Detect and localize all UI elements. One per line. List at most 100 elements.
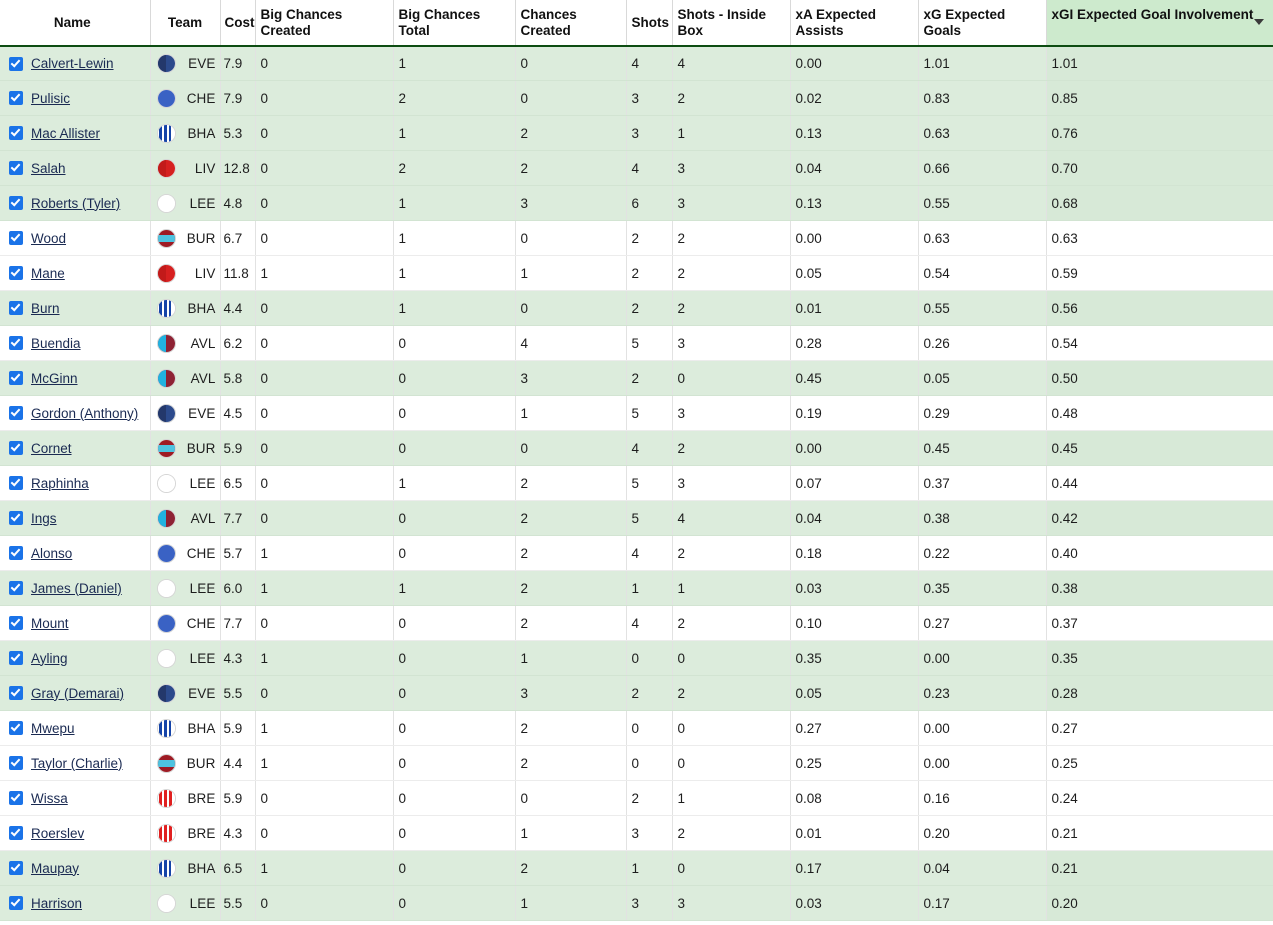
table-row[interactable]: WoodBUR6.7010220.000.630.63 (0, 221, 1273, 256)
table-row[interactable]: HarrisonLEE5.5001330.030.170.20 (0, 886, 1273, 921)
player-name-link[interactable]: Taylor (Charlie) (31, 756, 123, 772)
column-header-team[interactable]: Team (150, 0, 220, 46)
chevron-down-icon[interactable] (1254, 19, 1264, 25)
player-name-link[interactable]: Calvert-Lewin (31, 56, 114, 72)
column-header-big-chances-total[interactable]: Big Chances Total (393, 0, 515, 46)
xgi-cell: 0.21 (1046, 851, 1273, 886)
shots-inside-box-cell: 2 (672, 536, 790, 571)
table-row[interactable]: MaupayBHA6.5102100.170.040.21 (0, 851, 1273, 886)
checkbox-checked-icon[interactable] (9, 231, 23, 245)
table-row[interactable]: BuendiaAVL6.2004530.280.260.54 (0, 326, 1273, 361)
player-name-link[interactable]: Ayling (31, 651, 68, 667)
player-name-link[interactable]: Maupay (31, 861, 79, 877)
table-row[interactable]: WissaBRE5.9000210.080.160.24 (0, 781, 1273, 816)
column-header-big-chances-created[interactable]: Big Chances Created (255, 0, 393, 46)
checkbox-checked-icon[interactable] (9, 196, 23, 210)
table-row[interactable]: RaphinhaLEE6.5012530.070.370.44 (0, 466, 1273, 501)
table-row[interactable]: ManeLIV11.8111220.050.540.59 (0, 256, 1273, 291)
column-header-chances-created[interactable]: Chances Created (515, 0, 626, 46)
player-name-link[interactable]: Roberts (Tyler) (31, 196, 120, 212)
table-row[interactable]: Mac AllisterBHA5.3012310.130.630.76 (0, 116, 1273, 151)
column-header-shots[interactable]: Shots (626, 0, 672, 46)
checkbox-checked-icon[interactable] (9, 126, 23, 140)
checkbox-checked-icon[interactable] (9, 721, 23, 735)
checkbox-checked-icon[interactable] (9, 441, 23, 455)
table-row[interactable]: Roberts (Tyler)LEE4.8013630.130.550.68 (0, 186, 1273, 221)
player-name-link[interactable]: McGinn (31, 371, 78, 387)
table-row[interactable]: SalahLIV12.8022430.040.660.70 (0, 151, 1273, 186)
player-name-link[interactable]: Alonso (31, 546, 72, 562)
player-name-link[interactable]: Mane (31, 266, 65, 282)
table-row[interactable]: Gordon (Anthony)EVE4.5001530.190.290.48 (0, 396, 1273, 431)
player-name-cell: Raphinha (0, 466, 150, 501)
table-row[interactable]: PulisicCHE7.9020320.020.830.85 (0, 81, 1273, 116)
table-row[interactable]: MwepuBHA5.9102000.270.000.27 (0, 711, 1273, 746)
player-name-link[interactable]: Raphinha (31, 476, 89, 492)
column-header-shots-inside-box[interactable]: Shots - Inside Box (672, 0, 790, 46)
player-name-link[interactable]: Pulisic (31, 91, 70, 107)
table-row[interactable]: BurnBHA4.4010220.010.550.56 (0, 291, 1273, 326)
checkbox-checked-icon[interactable] (9, 161, 23, 175)
checkbox-checked-icon[interactable] (9, 756, 23, 770)
cost-cell: 5.5 (220, 676, 255, 711)
checkbox-checked-icon[interactable] (9, 511, 23, 525)
player-name-link[interactable]: Burn (31, 301, 60, 317)
shots-cell: 3 (626, 886, 672, 921)
player-name-link[interactable]: Gray (Demarai) (31, 686, 124, 702)
checkbox-checked-icon[interactable] (9, 581, 23, 595)
player-name-link[interactable]: Ings (31, 511, 57, 527)
big-chances-created-cell: 0 (255, 606, 393, 641)
checkbox-checked-icon[interactable] (9, 91, 23, 105)
column-header-xa-expected-assists[interactable]: xA Expected Assists (790, 0, 918, 46)
table-row[interactable]: Gray (Demarai)EVE5.5003220.050.230.28 (0, 676, 1273, 711)
xg-cell: 0.38 (918, 501, 1046, 536)
checkbox-checked-icon[interactable] (9, 651, 23, 665)
table-row[interactable]: James (Daniel)LEE6.0112110.030.350.38 (0, 571, 1273, 606)
checkbox-checked-icon[interactable] (9, 896, 23, 910)
cost-cell: 4.4 (220, 746, 255, 781)
xgi-cell: 0.25 (1046, 746, 1273, 781)
checkbox-checked-icon[interactable] (9, 406, 23, 420)
player-name-link[interactable]: Wissa (31, 791, 68, 807)
checkbox-checked-icon[interactable] (9, 546, 23, 560)
team-code: LEE (190, 651, 216, 666)
player-name-link[interactable]: Roerslev (31, 826, 84, 842)
player-name-link[interactable]: Mount (31, 616, 69, 632)
table-row[interactable]: IngsAVL7.7002540.040.380.42 (0, 501, 1273, 536)
player-name-link[interactable]: Gordon (Anthony) (31, 406, 138, 422)
checkbox-checked-icon[interactable] (9, 266, 23, 280)
checkbox-checked-icon[interactable] (9, 826, 23, 840)
checkbox-checked-icon[interactable] (9, 791, 23, 805)
column-header-cost[interactable]: Cost (220, 0, 255, 46)
player-name-link[interactable]: Buendia (31, 336, 81, 352)
table-row[interactable]: Taylor (Charlie)BUR4.4102000.250.000.25 (0, 746, 1273, 781)
table-row[interactable]: AlonsoCHE5.7102420.180.220.40 (0, 536, 1273, 571)
player-name-link[interactable]: Mac Allister (31, 126, 100, 142)
checkbox-checked-icon[interactable] (9, 476, 23, 490)
player-name-link[interactable]: Cornet (31, 441, 72, 457)
xg-cell: 0.00 (918, 746, 1046, 781)
big-chances-total-cell: 0 (393, 851, 515, 886)
checkbox-checked-icon[interactable] (9, 57, 23, 71)
player-name-link[interactable]: James (Daniel) (31, 581, 122, 597)
table-row[interactable]: MountCHE7.7002420.100.270.37 (0, 606, 1273, 641)
team-cell: BRE (150, 816, 220, 851)
checkbox-checked-icon[interactable] (9, 301, 23, 315)
column-header-name[interactable]: Name (0, 0, 150, 46)
checkbox-checked-icon[interactable] (9, 616, 23, 630)
column-header-xgi-expected-goal-involvement[interactable]: xGI Expected Goal Involvement (1046, 0, 1273, 46)
table-row[interactable]: RoerslevBRE4.3001320.010.200.21 (0, 816, 1273, 851)
player-name-link[interactable]: Harrison (31, 896, 82, 912)
checkbox-checked-icon[interactable] (9, 686, 23, 700)
checkbox-checked-icon[interactable] (9, 861, 23, 875)
table-row[interactable]: CornetBUR5.9000420.000.450.45 (0, 431, 1273, 466)
column-header-xg-expected-goals[interactable]: xG Expected Goals (918, 0, 1046, 46)
table-row[interactable]: McGinnAVL5.8003200.450.050.50 (0, 361, 1273, 396)
checkbox-checked-icon[interactable] (9, 336, 23, 350)
player-name-link[interactable]: Wood (31, 231, 66, 247)
checkbox-checked-icon[interactable] (9, 371, 23, 385)
player-name-link[interactable]: Salah (31, 161, 66, 177)
table-row[interactable]: AylingLEE4.3101000.350.000.35 (0, 641, 1273, 676)
player-name-link[interactable]: Mwepu (31, 721, 75, 737)
table-row[interactable]: Calvert-LewinEVE7.9010440.001.011.01 (0, 46, 1273, 81)
